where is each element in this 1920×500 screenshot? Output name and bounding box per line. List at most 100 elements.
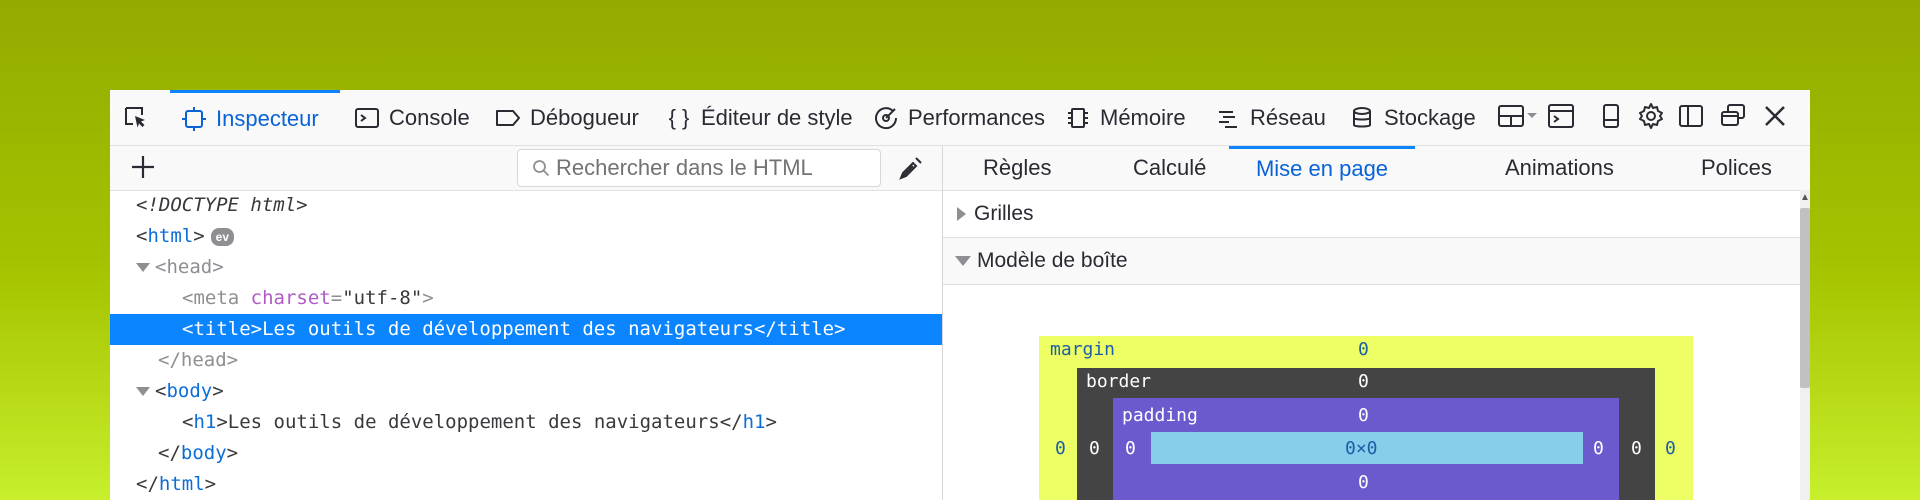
event-badge[interactable]: ev <box>210 227 235 246</box>
console-icon <box>353 104 381 132</box>
add-node-button[interactable] <box>128 152 158 182</box>
expand-twisty-icon[interactable] <box>136 387 150 396</box>
markup-toolbar: Rechercher dans le HTML <box>110 146 942 191</box>
tab-network-label: Réseau <box>1250 104 1326 130</box>
meta-attr-name: charset <box>250 287 331 309</box>
markup-tree: <!DOCTYPE html> <html> ev <head> <meta ch… <box>110 190 942 500</box>
padding-left-value[interactable]: 0 <box>1125 438 1136 459</box>
eyedropper-icon <box>897 157 925 186</box>
tree-node-body-close[interactable]: </body> <box>110 438 942 469</box>
body-close-tag: body <box>180 442 227 464</box>
tab-layout[interactable]: Mise en page <box>1229 146 1415 190</box>
close-icon <box>1763 104 1787 133</box>
sidebar-scrollbar[interactable]: ▲ <box>1800 190 1810 500</box>
tree-node-head-close[interactable]: </head> <box>110 345 942 376</box>
scrollbar-thumb[interactable] <box>1800 208 1810 388</box>
scroll-up-arrow-icon[interactable]: ▲ <box>1800 192 1810 204</box>
settings-gear-icon <box>1637 102 1665 135</box>
style-editor-icon: { } <box>668 104 690 130</box>
layout-dock-icon <box>1497 103 1539 134</box>
layout-dock-button[interactable] <box>1496 103 1540 133</box>
box-model-section-header[interactable]: Modèle de boîte <box>943 238 1800 285</box>
element-picker-button[interactable] <box>122 90 158 145</box>
tab-memory-label: Mémoire <box>1100 104 1186 130</box>
padding-top-value[interactable]: 0 <box>1358 405 1369 426</box>
tree-node-title-selected[interactable]: <title>Les outils de développement des n… <box>110 314 942 345</box>
network-icon <box>1214 104 1242 132</box>
tab-console[interactable]: Console <box>353 90 481 145</box>
margin-right-value[interactable]: 0 <box>1665 438 1676 459</box>
memory-icon <box>1064 104 1092 132</box>
grids-section-header[interactable]: Grilles <box>943 191 1800 238</box>
h1-text: Les outils de développement des navigate… <box>227 411 720 433</box>
tab-fonts[interactable]: Polices <box>1701 146 1772 190</box>
dock-side-button[interactable] <box>1676 103 1706 133</box>
html-open-tag: html <box>147 225 194 247</box>
head-close-tag: head <box>180 349 227 371</box>
h1-close-tag: h1 <box>742 411 766 433</box>
body-open-tag: body <box>166 380 213 402</box>
undock-window-icon <box>1720 103 1746 134</box>
sidebar-tabs: Règles Calculé Mise en page Animations P… <box>943 146 1810 191</box>
tab-performance-label: Performances <box>908 104 1045 130</box>
tab-inspector[interactable]: Inspecteur <box>170 90 340 145</box>
tab-debugger-label: Débogueur <box>530 104 639 130</box>
tab-network[interactable]: Réseau <box>1214 90 1334 145</box>
margin-left-value[interactable]: 0 <box>1055 438 1066 459</box>
meta-tag: meta <box>193 287 240 309</box>
markup-panel: Rechercher dans le HTML <!DOCTYPE html> … <box>110 146 943 500</box>
tab-debugger[interactable]: Débogueur <box>494 90 642 145</box>
tab-animations[interactable]: Animations <box>1505 146 1614 190</box>
tab-computed[interactable]: Calculé <box>1133 146 1206 190</box>
padding-label: padding <box>1122 405 1198 426</box>
tree-node-meta[interactable]: <meta charset="utf-8"> <box>110 283 942 314</box>
tree-node-head[interactable]: <head> <box>110 252 942 283</box>
search-placeholder: Rechercher dans le HTML <box>556 155 813 180</box>
tab-style-editor-label: Éditeur de style <box>701 104 853 130</box>
settings-button[interactable] <box>1636 102 1666 135</box>
border-right-value[interactable]: 0 <box>1631 438 1642 459</box>
responsive-design-icon <box>1601 103 1621 134</box>
border-left-value[interactable]: 0 <box>1089 438 1100 459</box>
tab-style-editor[interactable]: { } Éditeur de style <box>665 90 865 145</box>
padding-bottom-value[interactable]: 0 <box>1358 472 1369 493</box>
undock-window-button[interactable] <box>1718 103 1748 133</box>
collapsed-arrow-icon <box>957 207 966 221</box>
devtools-toolbar: Inspecteur Console Débogueur { } Éditeur… <box>110 90 1810 146</box>
responsive-design-button[interactable] <box>1596 103 1626 133</box>
tab-performance[interactable]: Performances <box>872 90 1060 145</box>
tab-console-label: Console <box>389 104 470 130</box>
doctype-text: <!DOCTYPE html> <box>136 194 308 216</box>
close-button[interactable] <box>1760 103 1790 133</box>
tree-node-html-close[interactable]: </html> <box>110 469 942 500</box>
content-size-value[interactable]: 0×0 <box>1345 438 1378 459</box>
cursor-pick-icon <box>122 104 150 132</box>
tab-rules[interactable]: Règles <box>983 146 1051 190</box>
tab-storage[interactable]: Stockage <box>1348 90 1488 145</box>
tree-node-h1[interactable]: <h1>Les outils de développement des navi… <box>110 407 942 438</box>
margin-top-value[interactable]: 0 <box>1358 339 1369 360</box>
sidebar-panel: Règles Calculé Mise en page Animations P… <box>943 146 1810 500</box>
plus-icon <box>128 156 158 186</box>
performance-icon <box>872 104 900 132</box>
search-html-input[interactable]: Rechercher dans le HTML <box>517 149 881 187</box>
split-console-icon <box>1547 103 1575 134</box>
expanded-arrow-icon <box>955 256 971 266</box>
tree-node-doctype[interactable]: <!DOCTYPE html> <box>110 190 942 221</box>
html-close-tag: html <box>158 473 205 495</box>
storage-icon <box>1348 104 1376 132</box>
tree-node-html[interactable]: <html> ev <box>110 221 942 252</box>
expand-twisty-icon[interactable] <box>136 263 150 272</box>
eyedropper-button[interactable] <box>897 154 925 182</box>
tab-storage-label: Stockage <box>1384 104 1476 130</box>
dock-side-icon <box>1678 103 1704 134</box>
border-label: border <box>1086 371 1152 392</box>
tab-memory[interactable]: Mémoire <box>1064 90 1204 145</box>
padding-right-value[interactable]: 0 <box>1593 438 1604 459</box>
border-top-value[interactable]: 0 <box>1358 371 1369 392</box>
debugger-icon <box>494 104 522 132</box>
tree-node-body[interactable]: <body> <box>110 376 942 407</box>
head-open-tag: head <box>166 256 213 278</box>
split-console-button[interactable] <box>1546 103 1576 133</box>
search-icon <box>532 159 550 177</box>
